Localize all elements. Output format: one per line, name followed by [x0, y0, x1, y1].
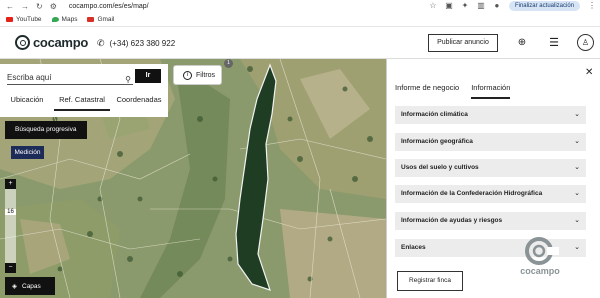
zoom-in-button[interactable]: + [5, 179, 16, 189]
layers-button[interactable]: ◈ Capas [5, 277, 55, 295]
browser-toolbar: ☆ ▣ ✦ ▥ ● Finalizar actualización ⋮ [429, 0, 596, 12]
accordion-geographic[interactable]: Información geográfica ⌄ [395, 133, 586, 151]
tab-informe-negocio[interactable]: Informe de negocio [395, 83, 459, 99]
tab-ref-catastral[interactable]: Ref. Catastral [54, 93, 110, 111]
zoom-control[interactable]: + 16 − [5, 179, 16, 273]
url-field[interactable]: cocampo.com/es/es/map/ [69, 3, 149, 10]
bookmark-maps[interactable]: Maps [51, 16, 77, 23]
search-icon[interactable]: ⚲ [125, 73, 131, 87]
chevron-down-icon: ⌄ [574, 217, 580, 224]
zoom-level: 16 [5, 209, 16, 215]
chevron-down-icon: ⌄ [574, 111, 580, 118]
menu-dots-icon[interactable]: ⋮ [588, 2, 596, 10]
update-button[interactable]: Finalizar actualización [508, 1, 580, 11]
accordion-aid-risks[interactable]: Información de ayudas y riesgos ⌄ [395, 212, 586, 230]
search-go-button[interactable]: Ir [135, 69, 161, 83]
chevron-down-icon: ⌄ [574, 244, 580, 251]
accordion-climate[interactable]: Información climática ⌄ [395, 106, 586, 124]
site-info-icon[interactable]: ⚙ [50, 2, 57, 11]
browser-nav: ← → ↻ ⚙ [0, 2, 57, 11]
search-tabs: Ubicación Ref. Catastral Coordenadas [0, 93, 168, 111]
filters-button[interactable]: i Filtros [173, 65, 222, 85]
phone-contact[interactable]: ✆ (+34) 623 380 922 [97, 38, 175, 49]
accordion-land-use[interactable]: Usos del suelo y cultivos ⌄ [395, 159, 586, 177]
logo[interactable]: cocampo [15, 35, 88, 50]
publish-ad-button[interactable]: Publicar anuncio [428, 34, 498, 52]
chevron-down-icon: ⌄ [574, 190, 580, 197]
gmail-icon [87, 17, 95, 22]
sidebar-icon[interactable]: ▥ [477, 2, 485, 10]
profile-icon[interactable]: ● [493, 2, 501, 10]
register-farm-button[interactable]: Registrar finca [397, 271, 463, 291]
logo-icon [15, 35, 30, 50]
zoom-out-button[interactable]: − [5, 263, 16, 273]
tab-coordenadas[interactable]: Coordenadas [110, 93, 168, 111]
browser-address-bar: ← → ↻ ⚙ cocampo.com/es/es/map/ ☆ ▣ ✦ ▥ ●… [0, 0, 600, 12]
info-icon: i [183, 70, 192, 80]
user-account-icon[interactable]: ♙ [577, 34, 594, 51]
site-header: cocampo ✆ (+34) 623 380 922 Publicar anu… [0, 28, 600, 59]
bookmark-star-icon[interactable]: ☆ [429, 2, 437, 10]
close-icon[interactable]: ✕ [585, 67, 593, 78]
puzzle-icon[interactable]: ✦ [461, 2, 469, 10]
extension-icon[interactable]: ▣ [445, 2, 453, 10]
filter-count-badge: 1 [224, 59, 233, 68]
chevron-down-icon: ⌄ [574, 138, 580, 145]
tab-ubicacion[interactable]: Ubicación [0, 93, 54, 111]
panel-tabs: Informe de negocio Información [395, 83, 511, 99]
measure-button[interactable]: Medición [11, 146, 44, 159]
bookmarks-bar: YouTube Maps Gmail [0, 13, 600, 27]
back-icon[interactable]: ← [6, 2, 14, 11]
bookmark-youtube[interactable]: YouTube [6, 16, 42, 23]
maps-icon [51, 17, 59, 22]
progressive-search-button[interactable]: Búsqueda progresiva [5, 121, 87, 139]
search-input[interactable]: Escriba aquí ⚲ [7, 71, 133, 85]
watermark-text: cocampo [520, 266, 560, 276]
search-panel: Escriba aquí ⚲ Ir Ubicación Ref. Catastr… [0, 64, 168, 117]
reload-icon[interactable]: ↻ [36, 2, 43, 11]
forward-icon[interactable]: → [21, 2, 29, 11]
accordion-hydrographic[interactable]: Información de la Confederación Hidrográ… [395, 185, 586, 203]
globe-icon[interactable]: ⊕ [516, 37, 528, 49]
layers-icon: ◈ [12, 283, 17, 290]
hamburger-menu-icon[interactable]: ☰ [548, 37, 560, 49]
tab-informacion[interactable]: Información [471, 83, 511, 99]
info-panel: ✕ Informe de negocio Información Informa… [386, 59, 600, 298]
bookmark-gmail[interactable]: Gmail [87, 16, 114, 23]
whatsapp-icon: ✆ [97, 38, 105, 48]
chevron-down-icon: ⌄ [574, 164, 580, 171]
youtube-icon [6, 17, 13, 22]
